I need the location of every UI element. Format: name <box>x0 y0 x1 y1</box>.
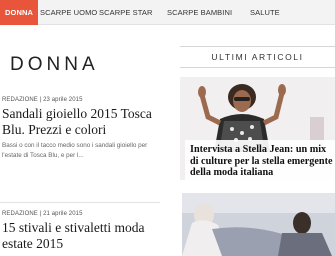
top-nav: DONNA SCARPE UOMO SCARPE STAR SCARPE BAM… <box>0 0 335 25</box>
article-card: REDAZIONE | 21 aprile 2015 15 stivali e … <box>2 211 162 251</box>
nav-item-scarpe-star[interactable]: SCARPE STAR <box>99 0 152 25</box>
featured-article-title[interactable]: Intervista a Stella Jean: un mix di cult… <box>190 144 335 179</box>
article-excerpt: Bassi o con il tacco medio sono i sandal… <box>2 142 148 159</box>
nav-item-donna[interactable]: DONNA <box>0 0 38 25</box>
nav-item-scarpe-bambini[interactable]: SCARPE BAMBINI <box>167 0 232 25</box>
section-title: DONNA <box>10 54 99 75</box>
article-card: REDAZIONE | 23 aprile 2015 Sandali gioie… <box>2 97 162 161</box>
nav-item-scarpe-uomo[interactable]: SCARPE UOMO <box>40 0 97 25</box>
nav-item-salute[interactable]: SALUTE <box>250 0 280 25</box>
sidebar-article-image[interactable] <box>182 193 335 256</box>
sidebar-heading: ULTIMI ARTICOLI <box>211 52 304 62</box>
sidebar-header: ULTIMI ARTICOLI <box>180 46 335 68</box>
article-divider <box>0 202 160 203</box>
sidebar-photo-illustration <box>182 193 335 256</box>
article-meta: REDAZIONE | 23 aprile 2015 <box>2 97 83 103</box>
article-meta: REDAZIONE | 21 aprile 2015 <box>2 211 83 217</box>
article-title-link[interactable]: Sandali gioiello 2015 Tosca Blu. Prezzi … <box>2 106 162 137</box>
article-title-link[interactable]: 15 stivali e stivaletti moda estate 2015 <box>2 220 162 251</box>
